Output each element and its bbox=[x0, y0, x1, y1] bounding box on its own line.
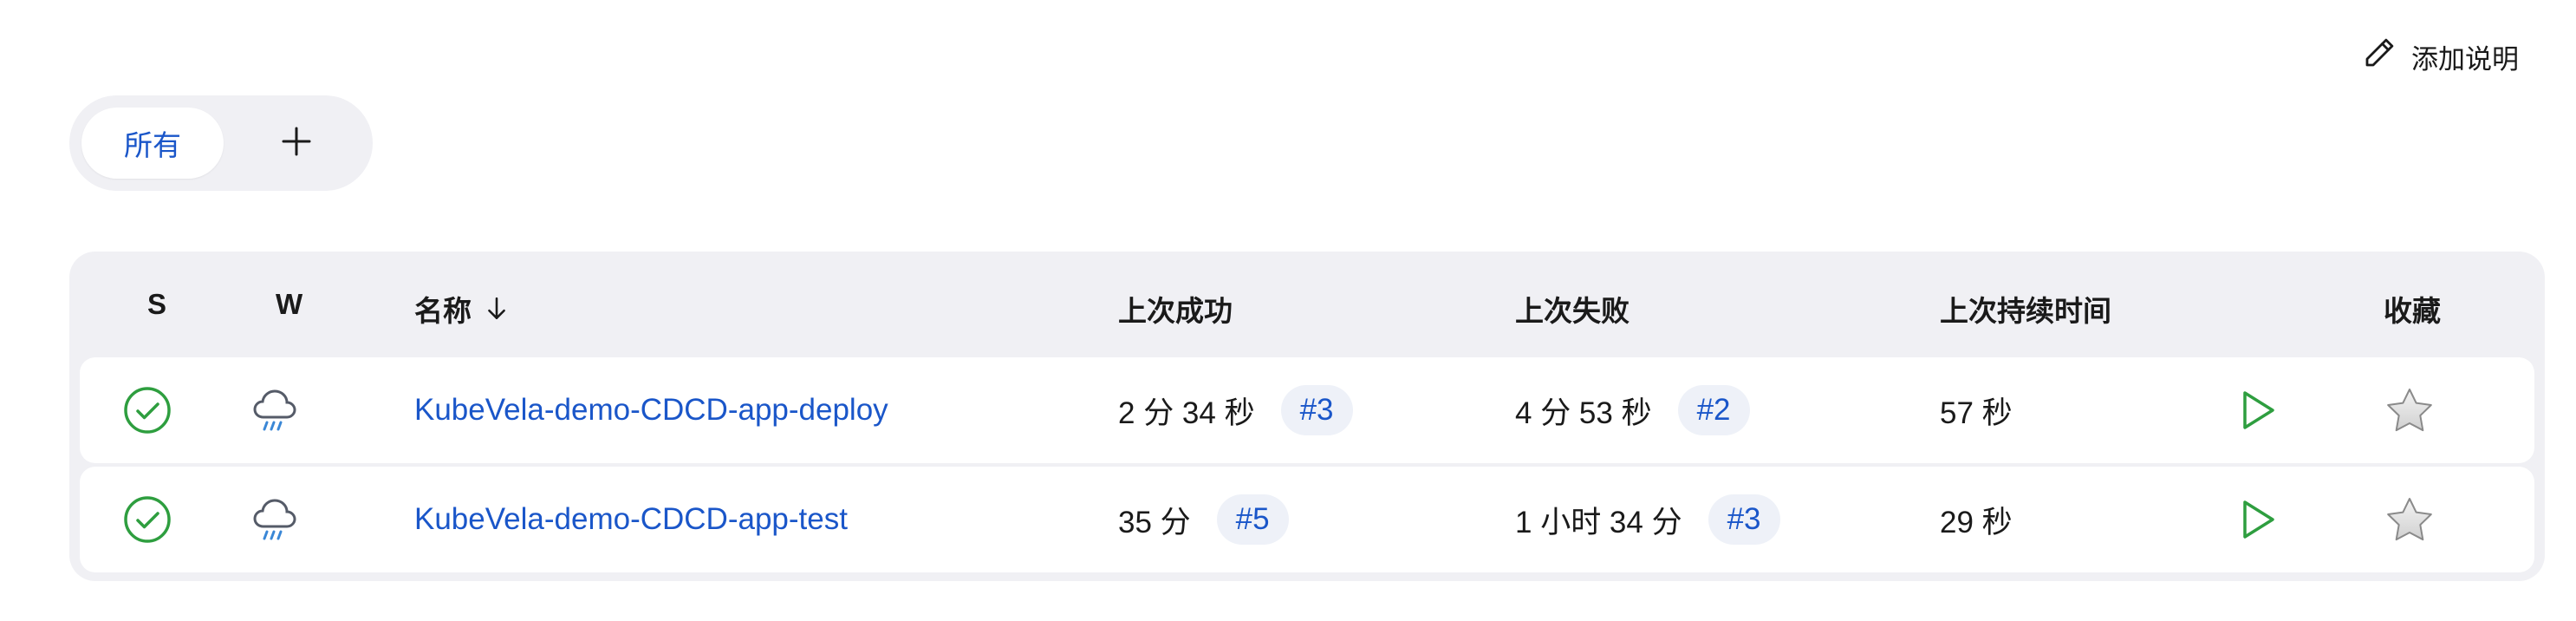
pencil-icon bbox=[2361, 35, 2397, 78]
column-header-last-success[interactable]: 上次成功 bbox=[1118, 288, 1233, 330]
last-duration-cell: 57 秒 bbox=[1940, 395, 2013, 430]
last-success-cell: 35 分 #5 bbox=[1118, 467, 1289, 572]
add-view-button[interactable] bbox=[232, 108, 361, 179]
last-success-cell: 2 分 34 秒 #3 bbox=[1118, 357, 1353, 463]
view-tabs: 所有 bbox=[69, 95, 373, 191]
last-success-build-link[interactable]: #3 bbox=[1280, 385, 1353, 435]
column-header-name[interactable]: 名称 bbox=[414, 288, 508, 330]
jobs-table: S W 名称 上次成功 上次失败 上次持续时间 收藏 KubeVela-demo… bbox=[69, 252, 2545, 581]
success-check-icon bbox=[123, 467, 172, 572]
last-failure-cell: 4 分 53 秒 #2 bbox=[1515, 357, 1750, 463]
column-header-status[interactable]: S bbox=[147, 288, 166, 321]
column-header-last-duration[interactable]: 上次持续时间 bbox=[1940, 288, 2111, 330]
arrow-down-icon bbox=[485, 296, 508, 322]
last-failure-build-link[interactable]: #2 bbox=[1677, 385, 1750, 435]
last-failure-cell: 1 小时 34 分 #3 bbox=[1515, 467, 1780, 572]
play-icon[interactable] bbox=[2236, 357, 2280, 463]
column-header-favorite: 收藏 bbox=[2384, 295, 2441, 327]
last-failure-build-link[interactable]: #3 bbox=[1708, 494, 1780, 545]
table-row: KubeVela-demo-CDCD-app-test 35 分 #5 1 小时… bbox=[80, 467, 2534, 572]
last-failure-time: 4 分 53 秒 bbox=[1515, 395, 1652, 430]
add-description-button[interactable]: 添加说明 bbox=[2361, 35, 2519, 78]
star-icon[interactable] bbox=[2385, 357, 2434, 463]
play-icon[interactable] bbox=[2236, 467, 2280, 572]
column-header-weather[interactable]: W bbox=[276, 288, 302, 321]
job-name-link[interactable]: KubeVela-demo-CDCD-app-deploy bbox=[414, 357, 888, 463]
last-failure-time: 1 小时 34 分 bbox=[1515, 505, 1682, 539]
column-header-name-label: 名称 bbox=[414, 295, 472, 327]
star-icon[interactable] bbox=[2385, 467, 2434, 572]
last-duration-cell: 29 秒 bbox=[1940, 505, 2013, 539]
plus-icon bbox=[279, 124, 314, 163]
tab-all[interactable]: 所有 bbox=[81, 108, 224, 179]
last-success-time: 2 分 34 秒 bbox=[1118, 395, 1255, 430]
last-success-build-link[interactable]: #5 bbox=[1216, 494, 1289, 545]
column-header-last-failure[interactable]: 上次失败 bbox=[1515, 288, 1630, 330]
add-description-label: 添加说明 bbox=[2411, 43, 2519, 75]
rain-cloud-icon bbox=[250, 467, 302, 572]
last-success-time: 35 分 bbox=[1118, 505, 1191, 539]
table-row: KubeVela-demo-CDCD-app-deploy 2 分 34 秒 #… bbox=[80, 357, 2534, 463]
success-check-icon bbox=[123, 357, 172, 463]
rain-cloud-icon bbox=[250, 357, 302, 463]
job-name-link[interactable]: KubeVela-demo-CDCD-app-test bbox=[414, 467, 848, 572]
